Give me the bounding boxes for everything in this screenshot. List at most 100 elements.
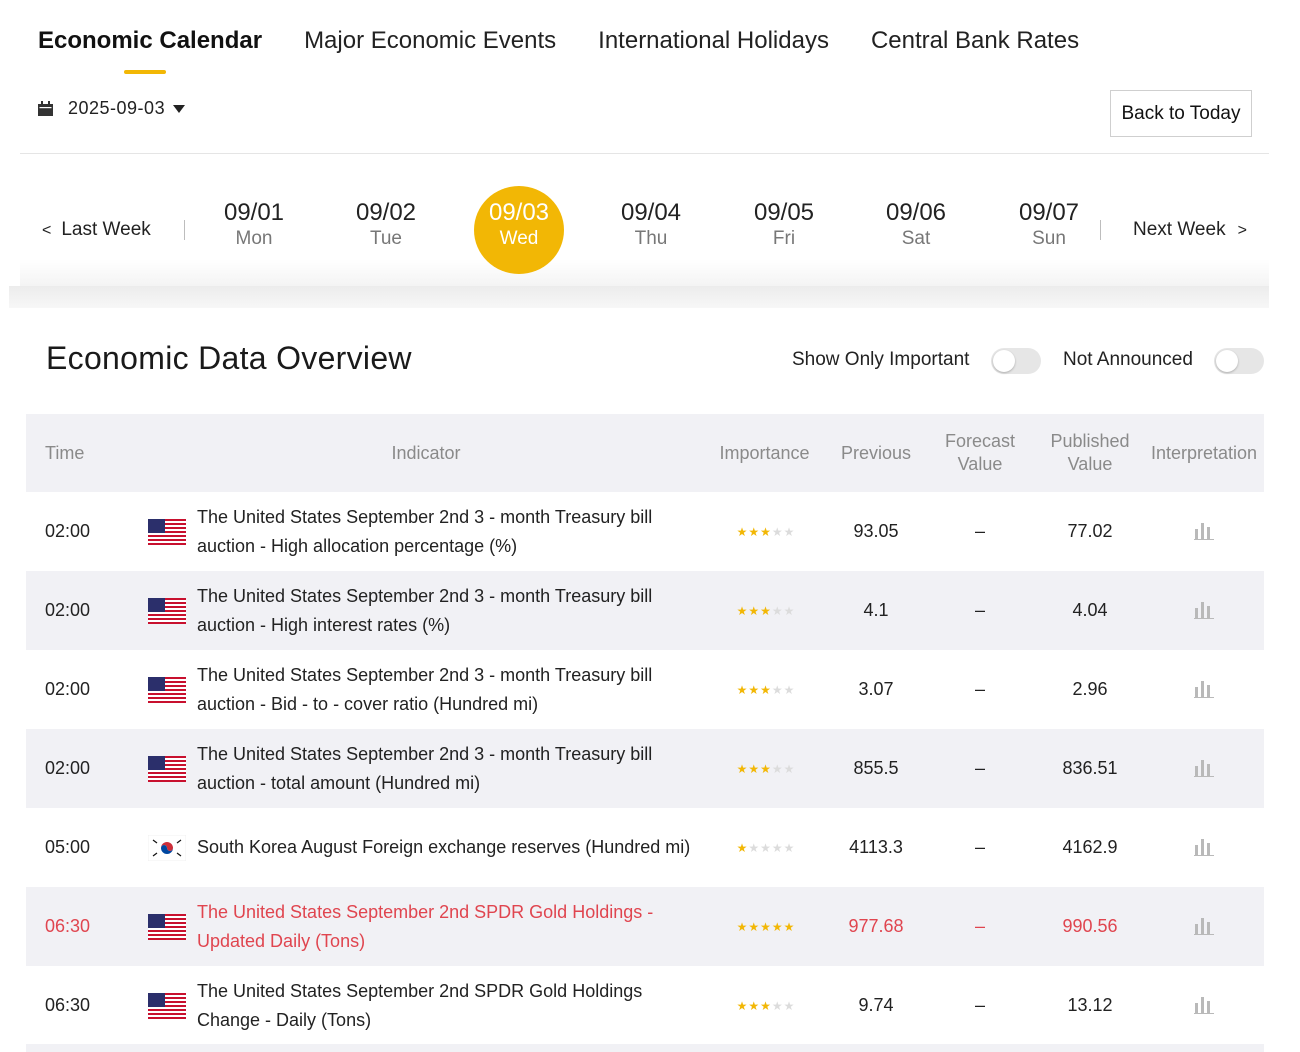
- interpretation-cell: [1154, 650, 1254, 729]
- star-icon: ★: [748, 524, 760, 539]
- chevron-right-icon: >: [1237, 222, 1247, 239]
- row-indicator[interactable]: South Korea August Foreign exchange rese…: [197, 808, 702, 887]
- day-name: Sat: [901, 228, 931, 249]
- row-indicator[interactable]: The United States September 2nd 3 - mont…: [197, 492, 702, 571]
- table-row[interactable]: 05:00 South Korea August Foreign exchange…: [26, 808, 1264, 887]
- star-icon: ★: [771, 682, 783, 697]
- star-icon: ★: [736, 761, 748, 776]
- row-indicator[interactable]: The United States September 2nd 3 - mont…: [197, 729, 702, 808]
- day-name: Sun: [1032, 228, 1066, 249]
- table-row: [26, 1044, 1264, 1052]
- star-icon: ★: [736, 998, 748, 1013]
- day-date: 09/05: [753, 199, 815, 226]
- day-date: 09/02: [355, 199, 417, 226]
- row-indicator[interactable]: The United States September 2nd 3 - mont…: [197, 650, 702, 729]
- bar-chart-icon[interactable]: [1194, 602, 1214, 619]
- show-only-important-toggle[interactable]: [991, 348, 1041, 374]
- day-date: 09/03: [488, 199, 550, 226]
- row-published: 77.02: [1067, 521, 1113, 541]
- bar-chart-icon[interactable]: [1194, 681, 1214, 698]
- row-previous: 4113.3: [849, 837, 903, 857]
- row-indicator[interactable]: The United States September 2nd SPDR Gol…: [197, 966, 702, 1045]
- table-row[interactable]: 06:30 The United States September 2nd SPD…: [26, 966, 1264, 1045]
- star-icon: ★: [760, 761, 771, 776]
- row-published: 4162.9: [1062, 837, 1118, 857]
- bar-chart-icon[interactable]: [1194, 997, 1214, 1014]
- star-icon: ★: [783, 761, 795, 776]
- not-announced-toggle[interactable]: [1214, 348, 1264, 374]
- row-published: 13.12: [1067, 995, 1113, 1015]
- bar-chart-icon[interactable]: [1194, 918, 1214, 935]
- us-flag: [146, 887, 188, 966]
- row-time: 06:30: [45, 916, 91, 936]
- star-icon: ★: [771, 840, 783, 855]
- star-icon: ★: [760, 919, 771, 934]
- row-indicator[interactable]: The United States September 2nd SPDR Gol…: [197, 887, 702, 966]
- star-icon: ★: [783, 998, 795, 1013]
- row-forecast: –: [974, 995, 985, 1015]
- last-week-button[interactable]: < Last Week: [42, 219, 151, 241]
- table-row[interactable]: 02:00 The United States September 2nd 3 -…: [26, 729, 1264, 808]
- row-previous: 3.07: [858, 679, 894, 699]
- header-interpretation: Interpretation: [1150, 442, 1258, 463]
- header-previous: Previous: [840, 442, 912, 463]
- importance-stars: ★ ★ ★ ★ ★: [716, 729, 816, 808]
- day-name: Wed: [499, 228, 539, 249]
- star-icon: ★: [771, 603, 783, 618]
- day-0903[interactable]: 09/03 Wed: [474, 186, 564, 274]
- importance-stars: ★ ★ ★ ★ ★: [716, 571, 816, 650]
- row-time: 02:00: [45, 521, 91, 541]
- us-flag: [146, 571, 188, 650]
- bar-chart-icon[interactable]: [1194, 523, 1214, 540]
- star-icon: ★: [783, 603, 795, 618]
- tab-major-economic-events[interactable]: Major Economic Events: [304, 26, 556, 76]
- star-icon: ★: [771, 919, 783, 934]
- star-icon: ★: [760, 682, 771, 697]
- star-icon: ★: [736, 919, 748, 934]
- row-indicator[interactable]: The United States September 2nd 3 - mont…: [197, 571, 702, 650]
- day-0906[interactable]: 09/06 Sat: [871, 186, 961, 274]
- day-date: 09/01: [223, 199, 285, 226]
- table-row[interactable]: 02:00 The United States September 2nd 3 -…: [26, 571, 1264, 650]
- us-flag: [146, 966, 188, 1045]
- interpretation-cell: [1154, 887, 1254, 966]
- day-0904[interactable]: 09/04 Thu: [606, 186, 696, 274]
- day-0905[interactable]: 09/05 Fri: [739, 186, 829, 274]
- row-forecast: –: [974, 758, 985, 778]
- bar-chart-icon[interactable]: [1194, 760, 1214, 777]
- week-strip: < Last Week 09/01 Mon 09/02 Tue 09/03 Wed 09…: [20, 154, 1269, 286]
- bar-chart-icon[interactable]: [1194, 839, 1214, 856]
- interpretation-cell: [1154, 571, 1254, 650]
- toggle-knob: [1216, 350, 1238, 372]
- day-0901[interactable]: 09/01 Mon: [209, 186, 299, 274]
- star-icon: ★: [771, 998, 783, 1013]
- tab-international-holidays[interactable]: International Holidays: [598, 26, 829, 76]
- interpretation-cell: [1154, 492, 1254, 571]
- row-forecast: –: [974, 600, 985, 620]
- date-picker[interactable]: 2025-09-03: [38, 98, 186, 119]
- star-icon: ★: [736, 524, 748, 539]
- day-0902[interactable]: 09/02 Tue: [341, 186, 431, 274]
- day-0907[interactable]: 09/07 Sun: [1004, 186, 1094, 274]
- star-icon: ★: [748, 840, 760, 855]
- table-row[interactable]: 06:30 The United States September 2nd SPD…: [26, 887, 1264, 966]
- table-row[interactable]: 02:00 The United States September 2nd 3 -…: [26, 492, 1264, 571]
- row-previous: 977.68: [848, 916, 904, 936]
- tab-central-bank-rates[interactable]: Central Bank Rates: [871, 26, 1079, 76]
- back-to-today-button[interactable]: Back to Today: [1110, 90, 1252, 137]
- next-week-label: Next Week: [1133, 219, 1226, 240]
- star-icon: ★: [748, 603, 760, 618]
- star-icon: ★: [760, 524, 771, 539]
- interpretation-cell: [1154, 966, 1254, 1045]
- row-previous: 855.5: [853, 758, 899, 778]
- tab-economic-calendar[interactable]: Economic Calendar: [38, 26, 262, 76]
- next-week-button[interactable]: Next Week >: [1133, 219, 1247, 241]
- star-icon: ★: [736, 840, 748, 855]
- row-previous: 93.05: [853, 521, 899, 541]
- table-row[interactable]: 02:00 The United States September 2nd 3 -…: [26, 650, 1264, 729]
- star-icon: ★: [748, 761, 760, 776]
- importance-stars: ★ ★ ★ ★ ★: [716, 492, 816, 571]
- importance-stars: ★ ★ ★ ★ ★: [716, 966, 816, 1045]
- us-flag: [146, 492, 188, 571]
- row-published: 990.56: [1062, 916, 1118, 936]
